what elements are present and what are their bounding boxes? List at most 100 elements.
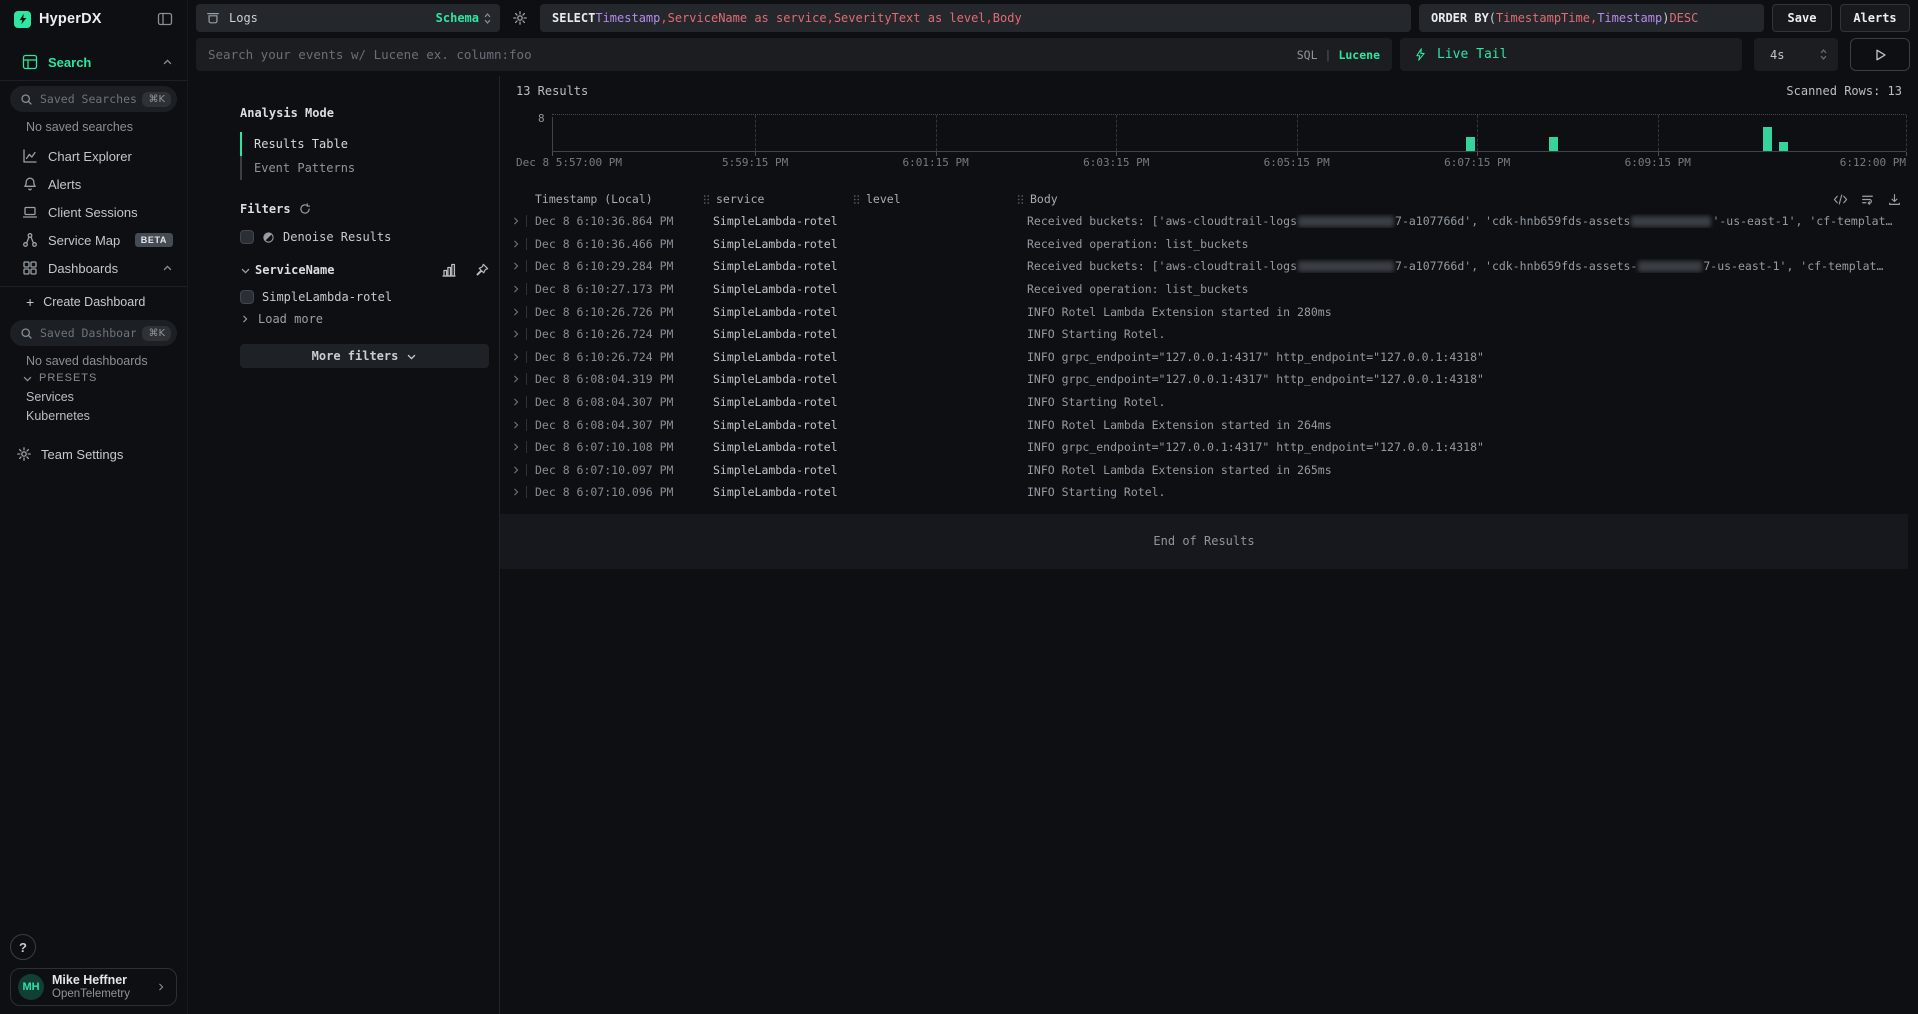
column-drag-icon[interactable] <box>703 194 710 205</box>
presets-section-header[interactable]: PRESETS <box>22 372 97 384</box>
expand-row-icon[interactable] <box>506 442 526 452</box>
sql-toggle[interactable]: SQL <box>1297 48 1318 62</box>
table-row[interactable]: Dec 8 6:07:10.108 PMSimpleLambda-rotelIN… <box>500 436 1918 459</box>
denoise-results-option[interactable]: Denoise Results <box>240 230 489 244</box>
preset-item-kubernetes[interactable]: Kubernetes <box>26 409 90 423</box>
table-row[interactable]: Dec 8 6:10:36.864 PMSimpleLambda-rotelRe… <box>500 210 1918 233</box>
expand-row-icon[interactable] <box>506 329 526 339</box>
table-row[interactable]: Dec 8 6:10:29.284 PMSimpleLambda-rotelRe… <box>500 255 1918 278</box>
saved-dashboards-field[interactable] <box>40 326 136 340</box>
events-histogram[interactable]: 8 Dec 8 5:57:00 PM5:59:15 PM6:01:15 PM6:… <box>552 112 1906 174</box>
table-row[interactable]: Dec 8 6:10:26.724 PMSimpleLambda-rotelIN… <box>500 346 1918 369</box>
lucene-toggle[interactable]: Lucene <box>1338 48 1380 62</box>
expand-row-icon[interactable] <box>506 397 526 407</box>
table-row[interactable]: Dec 8 6:10:26.724 PMSimpleLambda-rotelIN… <box>500 323 1918 346</box>
expand-row-icon[interactable] <box>506 261 526 271</box>
help-button[interactable]: ? <box>10 934 36 960</box>
filter-group-servicename[interactable]: ServiceName <box>240 262 489 278</box>
gridline <box>1906 115 1907 151</box>
sql-token: Body <box>993 11 1022 25</box>
query-settings-gear-icon[interactable] <box>508 4 532 32</box>
download-icon[interactable] <box>1887 193 1902 206</box>
saved-searches-input[interactable]: ⌘K <box>10 86 177 112</box>
order-by-input[interactable]: ORDER BY (TimestampTime, Timestamp) DESC <box>1419 4 1764 32</box>
column-drag-icon[interactable] <box>1017 194 1024 205</box>
user-menu[interactable]: MH Mike Heffner OpenTelemetry <box>10 968 177 1006</box>
preset-item-services[interactable]: Services <box>26 390 74 404</box>
play-button[interactable] <box>1850 38 1910 71</box>
expand-row-icon[interactable] <box>506 420 526 430</box>
refresh-interval-select[interactable]: 4s <box>1754 38 1838 71</box>
sidebar-item-alerts[interactable]: Alerts <box>0 170 187 198</box>
histogram-bar[interactable] <box>1549 137 1558 151</box>
search-input[interactable] <box>196 47 1392 62</box>
table-row[interactable]: Dec 8 6:08:04.307 PMSimpleLambda-rotelIN… <box>500 391 1918 414</box>
select-query-input[interactable]: SELECT Timestamp, ServiceName as service… <box>540 4 1411 32</box>
x-axis-tick-label: 6:07:15 PM <box>1444 156 1510 169</box>
source-select[interactable]: Logs Schema <box>196 4 500 32</box>
column-header-body[interactable]: Body <box>1017 192 1833 206</box>
sidebar-item-team-settings[interactable]: Team Settings <box>0 442 187 466</box>
histogram-bar[interactable] <box>1466 137 1475 151</box>
wrap-lines-icon[interactable] <box>1860 193 1875 206</box>
gridline <box>1297 115 1298 151</box>
expand-row-icon[interactable] <box>506 352 526 362</box>
sql-token: SeverityText as level <box>834 11 986 25</box>
table-row[interactable]: Dec 8 6:08:04.319 PMSimpleLambda-rotelIN… <box>500 368 1918 391</box>
load-more-button[interactable]: Load more <box>240 312 489 326</box>
expand-row-icon[interactable] <box>506 216 526 226</box>
table-row[interactable]: Dec 8 6:07:10.096 PMSimpleLambda-rotelIN… <box>500 481 1918 504</box>
refresh-icon[interactable] <box>299 203 311 215</box>
cell-body: INFO Starting Rotel. <box>1017 327 1918 341</box>
results-area: 13 Results Scanned Rows: 13 8 Dec 8 5:57… <box>500 76 1918 1014</box>
sidebar-item-search[interactable]: Search <box>0 50 187 74</box>
chevron-down-icon <box>406 351 417 362</box>
expand-row-icon[interactable] <box>506 239 526 249</box>
sidebar-item-client-sessions[interactable]: Client Sessions <box>0 198 187 226</box>
alerts-button[interactable]: Alerts <box>1840 4 1910 32</box>
table-row[interactable]: Dec 8 6:10:36.466 PMSimpleLambda-rotelRe… <box>500 233 1918 256</box>
analysis-mode-results-table[interactable]: Results Table <box>240 132 489 156</box>
saved-searches-field[interactable] <box>40 92 136 106</box>
table-row[interactable]: Dec 8 6:10:26.726 PMSimpleLambda-rotelIN… <box>500 300 1918 323</box>
column-header-level[interactable]: level <box>853 192 1017 206</box>
pin-icon[interactable] <box>475 263 489 277</box>
view-source-icon[interactable] <box>1833 193 1848 206</box>
schema-select[interactable]: Schema <box>436 11 492 25</box>
column-drag-icon[interactable] <box>853 194 860 205</box>
sidebar-collapse-icon[interactable] <box>157 11 173 27</box>
column-header-service[interactable]: service <box>703 192 853 206</box>
expand-row-icon[interactable] <box>506 307 526 317</box>
filter-value-checkbox[interactable] <box>240 290 254 304</box>
analysis-mode-event-patterns[interactable]: Event Patterns <box>240 156 489 180</box>
saved-dashboards-input[interactable]: ⌘K <box>10 320 177 346</box>
sidebar-item-service-map[interactable]: Service MapBETA <box>0 226 187 254</box>
cell-timestamp: Dec 8 6:07:10.096 PM <box>535 485 703 499</box>
live-tail-button[interactable]: Live Tail <box>1400 38 1742 71</box>
expand-row-icon[interactable] <box>506 465 526 475</box>
expand-row-icon[interactable] <box>506 284 526 294</box>
expand-row-icon[interactable] <box>506 374 526 384</box>
cell-timestamp: Dec 8 6:07:10.108 PM <box>535 440 703 454</box>
table-row[interactable]: Dec 8 6:10:27.173 PMSimpleLambda-rotelRe… <box>500 278 1918 301</box>
column-header-timestamp-local-[interactable]: Timestamp (Local) <box>535 192 703 206</box>
table-row[interactable]: Dec 8 6:07:10.097 PMSimpleLambda-rotelIN… <box>500 459 1918 482</box>
hyperdx-app: HyperDX Search ⌘K No saved searches Char… <box>0 0 1918 1014</box>
save-button[interactable]: Save <box>1772 4 1832 32</box>
y-axis <box>552 117 553 155</box>
sidebar-item-dashboards[interactable]: Dashboards <box>0 254 187 282</box>
table-row[interactable]: Dec 8 6:08:04.307 PMSimpleLambda-rotelIN… <box>500 413 1918 436</box>
sidebar-item-chart-explorer[interactable]: Chart Explorer <box>0 142 187 170</box>
x-axis-tick-label: 6:01:15 PM <box>902 156 968 169</box>
denoise-checkbox[interactable] <box>240 230 254 244</box>
create-dashboard-button[interactable]: + Create Dashboard <box>0 292 187 312</box>
filter-value-simplelambda-rotel[interactable]: SimpleLambda-rotel <box>240 290 489 304</box>
bar-chart-icon[interactable] <box>441 262 457 278</box>
x-axis-tick-label: 6:03:15 PM <box>1083 156 1149 169</box>
histogram-bar[interactable] <box>1779 142 1788 152</box>
more-filters-button[interactable]: More filters <box>240 344 489 368</box>
query-language-toggle: SQL | Lucene <box>1297 48 1380 62</box>
expand-row-icon[interactable] <box>506 487 526 497</box>
histogram-bar[interactable] <box>1763 127 1772 151</box>
cell-body: Received buckets: ['aws-cloudtrail-logs7… <box>1017 214 1918 228</box>
